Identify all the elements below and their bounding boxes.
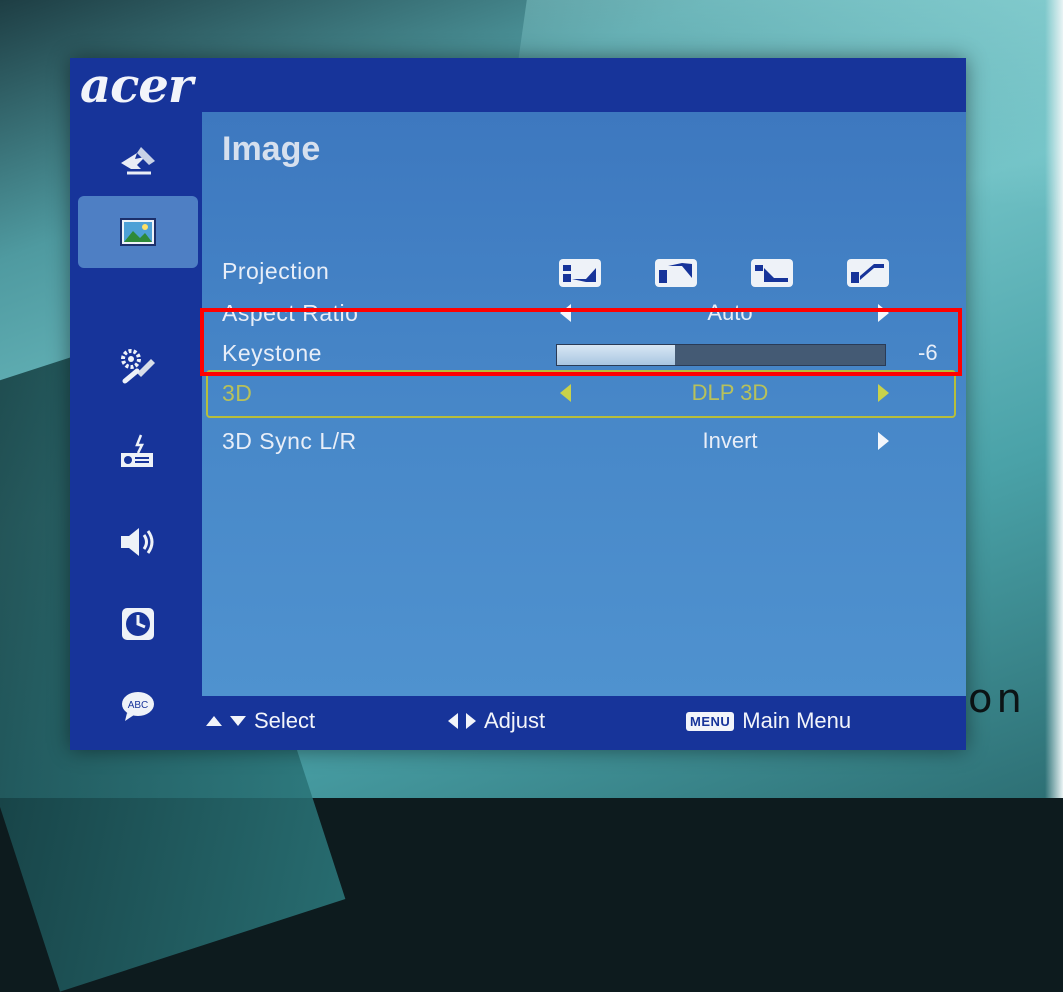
- sidebar-item-language[interactable]: ABC: [78, 670, 198, 742]
- front-desktop-option[interactable]: [558, 258, 602, 288]
- language-abc-icon: ABC: [122, 692, 154, 721]
- projection-label: Projection: [222, 258, 330, 284]
- rear-desktop-icon: [751, 259, 793, 287]
- annotation-highlight-box: [200, 308, 962, 376]
- footer-select-label: Select: [254, 708, 316, 733]
- row-3d[interactable]: 3D DLP 3D: [202, 374, 966, 414]
- row-3d-sync[interactable]: 3D Sync L/R Invert: [202, 422, 966, 462]
- footer-adjust-hint: Adjust: [448, 708, 545, 734]
- menu-key-icon: MENU: [686, 711, 735, 731]
- menu-title: Image: [222, 130, 321, 168]
- backdrop-white-edge: [1045, 0, 1063, 798]
- projector-icon: [121, 434, 153, 467]
- projection-options: [558, 258, 898, 292]
- footer-adjust-label: Adjust: [484, 708, 546, 733]
- osd-menu-panel: acer ABC Image Projection Aspect Ratio A…: [70, 58, 966, 750]
- svg-text:ABC: ABC: [128, 700, 149, 711]
- 3d-sync-right-arrow-icon[interactable]: [878, 432, 889, 450]
- 3d-sync-label: 3D Sync L/R: [222, 428, 357, 454]
- 3d-value: DLP 3D: [691, 380, 769, 405]
- 3d-label: 3D: [222, 380, 253, 406]
- 3d-right-arrow-icon[interactable]: [878, 384, 889, 402]
- rear-desktop-option[interactable]: [750, 258, 794, 288]
- sidebar-item-image[interactable]: [78, 196, 198, 268]
- 3d-left-arrow-icon[interactable]: [560, 384, 571, 402]
- sidebar-item-management[interactable]: [78, 416, 198, 488]
- sidebar-item-timer[interactable]: [78, 588, 198, 660]
- timer-icon: [122, 608, 154, 640]
- front-ceiling-icon: [655, 259, 697, 287]
- footer-select-hint: Select: [206, 708, 315, 734]
- right-arrow-icon: [466, 713, 476, 729]
- image-icon: [120, 218, 156, 246]
- color-tools-icon: [121, 147, 155, 175]
- footer-menu-hint: MENU Main Menu: [686, 708, 851, 734]
- rear-ceiling-icon: [847, 259, 889, 287]
- speaker-icon: [121, 528, 154, 556]
- osd-footer: Select Adjust MENU Main Menu: [202, 696, 966, 750]
- acer-logo: acer: [80, 58, 193, 114]
- up-arrow-icon: [206, 716, 222, 726]
- sidebar-item-color[interactable]: [78, 126, 198, 198]
- backdrop-brand-fragment: on: [968, 676, 1026, 722]
- front-ceiling-option[interactable]: [654, 258, 698, 288]
- front-desktop-icon: [559, 259, 601, 287]
- footer-main-menu-label: Main Menu: [742, 708, 852, 733]
- image-menu-content: Image Projection Aspect Ratio Auto Keyst…: [202, 112, 966, 696]
- sidebar-item-audio[interactable]: [78, 506, 198, 578]
- sidebar: ABC: [70, 116, 202, 750]
- row-projection: Projection: [202, 252, 966, 292]
- settings-wrench-icon: [121, 349, 155, 384]
- sidebar-item-settings[interactable]: [78, 330, 198, 402]
- down-arrow-icon: [230, 716, 246, 726]
- rear-ceiling-option[interactable]: [846, 258, 890, 288]
- left-arrow-icon: [448, 713, 458, 729]
- 3d-sync-value: Invert: [702, 428, 758, 453]
